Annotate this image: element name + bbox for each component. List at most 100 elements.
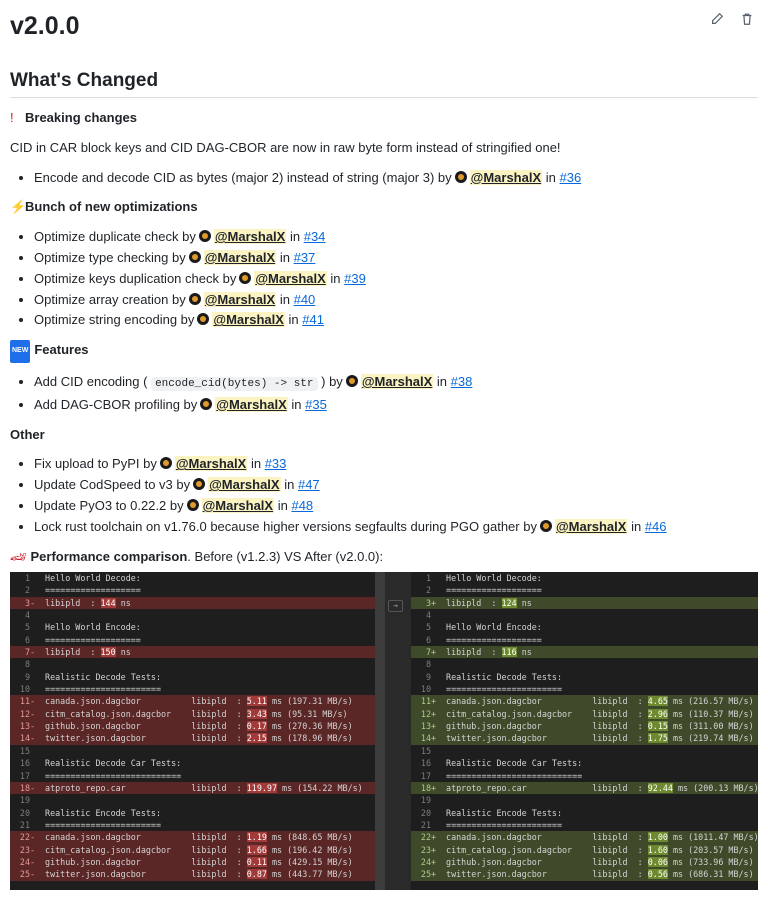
line-number: 8 bbox=[425, 659, 431, 670]
line-text: ms (110.37 MB/s) bbox=[667, 708, 754, 719]
diff-before-pane[interactable]: 1 Hello World Decode: 2 =================… bbox=[10, 572, 375, 890]
diff-after-pane[interactable]: 1 Hello World Decode: 2 =================… bbox=[411, 572, 758, 890]
diff-line: 14+ twitter.json.dagcbor libipld : 1.75 … bbox=[411, 732, 758, 745]
diff-line: 20 Realistic Encode Tests: bbox=[10, 807, 375, 819]
line-number: 14 bbox=[19, 733, 30, 744]
avatar[interactable] bbox=[539, 519, 552, 532]
pr-link[interactable]: #47 bbox=[298, 477, 320, 492]
list-item: Update PyO3 to 0.22.2 by @MarshalX in #48 bbox=[34, 496, 758, 517]
diff-line: 23- citm_catalog.json.dagcbor libipld : … bbox=[10, 843, 375, 856]
edit-pencil-icon[interactable] bbox=[710, 12, 724, 26]
user-mention-link[interactable]: @MarshalX bbox=[469, 169, 543, 185]
line-number: 4 bbox=[24, 610, 30, 621]
diff-line: 3+ libipld : 124 ns bbox=[411, 596, 758, 610]
line-text: canada.json.dagcbor libipld : bbox=[40, 696, 247, 707]
item-text: Fix upload to PyPI by bbox=[34, 456, 157, 472]
features-heading: NEW Features bbox=[10, 340, 758, 363]
release-actions bbox=[710, 12, 754, 26]
trash-icon[interactable] bbox=[740, 12, 754, 26]
pr-link[interactable]: #36 bbox=[560, 170, 582, 185]
diff-sign: + bbox=[431, 696, 437, 707]
pr-link[interactable]: #35 bbox=[305, 397, 327, 412]
pr-link[interactable]: #34 bbox=[304, 229, 326, 244]
item-text: Update PyO3 to 0.22.2 by bbox=[34, 497, 184, 513]
item-text: Optimize duplicate check by bbox=[34, 229, 196, 245]
pr-link[interactable]: #40 bbox=[294, 292, 316, 307]
diff-sign: - bbox=[30, 844, 36, 855]
line-number: 17 bbox=[420, 770, 431, 781]
changed-value: 124 bbox=[501, 597, 517, 608]
pr-link[interactable]: #41 bbox=[302, 312, 324, 327]
list-item: Optimize type checking by @MarshalX in #3… bbox=[34, 248, 758, 269]
line-text: ms (197.31 MB/s) bbox=[266, 696, 353, 707]
avatar[interactable] bbox=[345, 374, 358, 387]
list-item: Optimize duplicate check by@MarshalX in … bbox=[34, 227, 758, 248]
avatar[interactable] bbox=[239, 271, 252, 284]
pr-link[interactable]: #38 bbox=[451, 374, 473, 389]
diff-line: 24- github.json.dagcbor libipld : 0.11 m… bbox=[10, 855, 375, 869]
avatar[interactable] bbox=[454, 170, 467, 183]
diff-line: 21 ======================= bbox=[411, 819, 758, 831]
line-number: 8 bbox=[24, 659, 30, 670]
user-mention-link[interactable]: @MarshalX bbox=[215, 396, 288, 412]
line-number: 13 bbox=[420, 721, 431, 732]
avatar[interactable] bbox=[188, 250, 201, 263]
avatar[interactable] bbox=[197, 313, 210, 326]
user-mention-link[interactable]: @MarshalX bbox=[213, 229, 287, 245]
changed-value: 0.11 bbox=[246, 856, 267, 867]
new-badge-icon: NEW bbox=[10, 340, 31, 363]
line-text: =================== bbox=[441, 634, 542, 645]
pr-link[interactable]: #39 bbox=[344, 271, 366, 286]
user-mention-link[interactable]: @MarshalX bbox=[360, 373, 434, 389]
avatar[interactable] bbox=[186, 498, 199, 511]
diff-sign: - bbox=[30, 782, 36, 793]
diff-line: 11+ canada.json.dagcbor libipld : 4.65 m… bbox=[411, 695, 758, 708]
avatar[interactable] bbox=[193, 478, 206, 491]
line-text: github.json.dagcbor libipld : bbox=[40, 721, 247, 732]
pr-link[interactable]: #46 bbox=[645, 519, 667, 534]
line-text: ms (95.31 MB/s) bbox=[266, 708, 348, 719]
changed-value: 3.43 bbox=[246, 708, 267, 719]
pr-link[interactable]: #33 bbox=[265, 456, 287, 471]
diff-line: 9 Realistic Decode Tests: bbox=[411, 671, 758, 683]
arrow-right-icon[interactable]: → bbox=[388, 600, 403, 612]
line-number: 2 bbox=[24, 585, 30, 596]
user-mention-link[interactable]: @MarshalX bbox=[203, 291, 277, 307]
avatar[interactable] bbox=[159, 457, 172, 470]
diff-scrollbar[interactable] bbox=[375, 572, 385, 890]
line-number: 24 bbox=[19, 856, 30, 867]
line-text: ns bbox=[115, 597, 131, 608]
line-number: 11 bbox=[420, 696, 431, 707]
pr-link[interactable]: #48 bbox=[291, 498, 313, 513]
line-text: atproto_repo.car libipld : bbox=[441, 782, 648, 793]
optimizations-heading: ⚡Bunch of new optimizations bbox=[10, 197, 758, 218]
user-mention-link[interactable]: @MarshalX bbox=[208, 477, 281, 493]
line-text: ms (216.57 MB/s) bbox=[667, 696, 754, 707]
line-text: Hello World Encode: bbox=[40, 622, 141, 633]
user-mention-link[interactable]: @MarshalX bbox=[212, 312, 285, 328]
diff-line: 1 Hello World Decode: bbox=[411, 572, 758, 584]
line-text: Hello World Encode: bbox=[441, 622, 542, 633]
user-mention-link[interactable]: @MarshalX bbox=[174, 456, 248, 472]
user-mention-link[interactable]: @MarshalX bbox=[203, 249, 277, 265]
list-item: Optimize string encoding by@MarshalX in … bbox=[34, 310, 758, 331]
pr-link[interactable]: #37 bbox=[294, 250, 316, 265]
line-text: =========================== bbox=[441, 770, 583, 781]
avatar[interactable] bbox=[200, 397, 213, 410]
line-text: ms (196.42 MB/s) bbox=[266, 844, 353, 855]
release-title: v2.0.0 bbox=[10, 12, 80, 40]
item-text: Encode and decode CID as bytes (major 2)… bbox=[34, 169, 452, 185]
exclamation-icon: ! bbox=[10, 110, 14, 125]
line-text: twitter.json.dagcbor libipld : bbox=[441, 733, 648, 744]
diff-sign: + bbox=[431, 844, 437, 855]
item-in-text: in bbox=[284, 477, 295, 493]
user-mention-link[interactable]: @MarshalX bbox=[254, 270, 327, 286]
list-item: Lock rust toolchain on v1.76.0 because h… bbox=[34, 517, 758, 538]
line-text: ms (1011.47 MB/s) bbox=[667, 832, 758, 843]
user-mention-link[interactable]: @MarshalX bbox=[554, 518, 628, 534]
avatar[interactable] bbox=[188, 292, 201, 305]
race-car-icon: 🏎 bbox=[10, 548, 27, 564]
line-number: 15 bbox=[420, 745, 431, 756]
avatar[interactable] bbox=[198, 230, 211, 243]
user-mention-link[interactable]: @MarshalX bbox=[201, 497, 275, 513]
